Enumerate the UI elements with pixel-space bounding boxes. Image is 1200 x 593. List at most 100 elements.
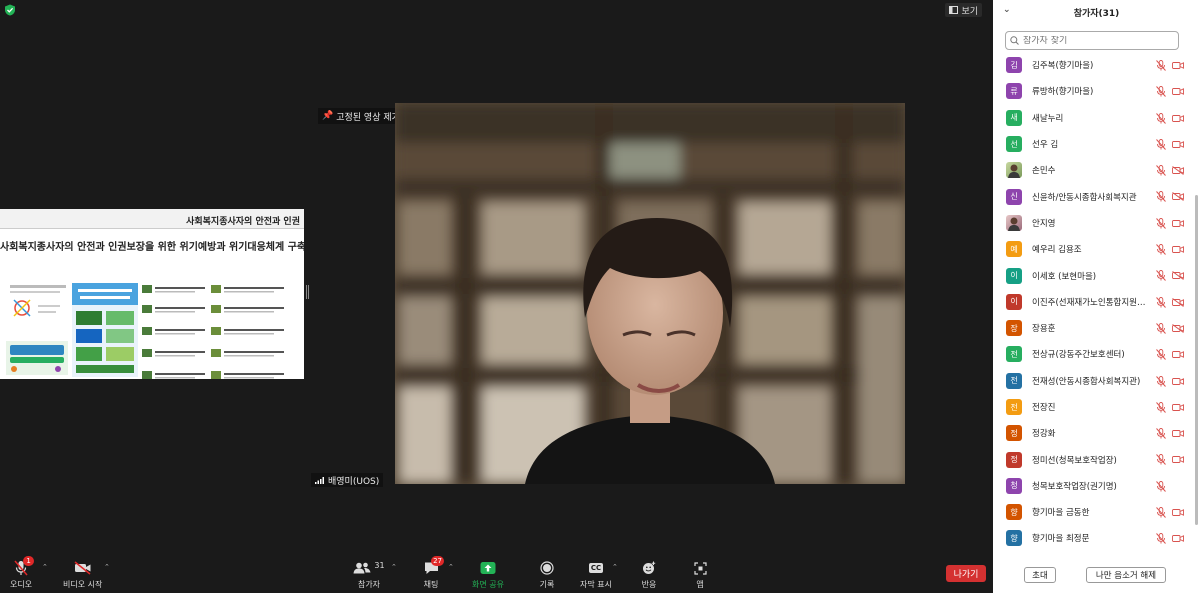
collapse-panel-chevron-icon[interactable]: ⌄ xyxy=(1003,5,1011,15)
audio-button[interactable]: 1 오디오 xyxy=(10,556,35,590)
participant-avatar: 이 xyxy=(1006,267,1022,284)
participants-options-caret[interactable]: ⌃ xyxy=(391,563,397,571)
share-screen-button[interactable]: 화면 공유 xyxy=(472,559,504,590)
shared-screen-content xyxy=(0,253,304,379)
participant-row[interactable]: 김 김주복(향기마을) xyxy=(993,52,1193,78)
microphone-muted-icon xyxy=(1156,375,1166,387)
speaker-name-label: 배영미(UOS) xyxy=(311,473,384,487)
start-video-button[interactable]: 비디오 시작 xyxy=(63,559,102,590)
chat-unread-badge: 27 xyxy=(431,556,444,566)
speaker-name: 배영미(UOS) xyxy=(328,476,380,487)
share-screen-icon xyxy=(480,562,496,574)
participant-row[interactable]: 이 이세호 (보현마을) xyxy=(993,262,1193,288)
participant-row[interactable]: 신 신윤하/안동시종합사회복지관 xyxy=(993,183,1193,209)
view-button-label: 보기 xyxy=(961,6,978,17)
participant-avatar: 전 xyxy=(1006,399,1022,415)
view-button[interactable]: 보기 xyxy=(945,3,982,17)
reaction-smiley-icon xyxy=(643,561,656,574)
participant-avatar: 예 xyxy=(1006,241,1022,258)
pin-icon: 📌 xyxy=(322,111,334,121)
participant-name: 선우 김 xyxy=(1032,140,1059,151)
camera-off-icon xyxy=(1172,140,1184,148)
participant-avatar xyxy=(1006,162,1022,179)
record-label: 기록 xyxy=(539,580,555,589)
shared-slide-graphic xyxy=(6,283,284,379)
captions-options-caret[interactable]: ⌃ xyxy=(612,563,618,571)
chat-button[interactable]: 27 채팅 xyxy=(420,556,444,590)
participant-row[interactable]: 청 청목보호작업장(권기명) xyxy=(993,473,1193,499)
security-shield-icon[interactable] xyxy=(4,4,16,16)
apps-label: 앱 xyxy=(696,580,704,589)
microphone-muted-icon xyxy=(1156,60,1166,71)
microphone-muted-icon xyxy=(1156,349,1166,361)
participant-row[interactable]: 전 전재성(안동시종합사회복지관) xyxy=(993,368,1193,394)
participant-row[interactable]: 전 전장진 xyxy=(993,394,1193,420)
chat-options-caret[interactable]: ⌃ xyxy=(448,563,454,571)
split-view-divider[interactable] xyxy=(306,285,309,299)
audio-label: 오디오 xyxy=(10,580,33,589)
unpin-video-button[interactable]: 📌 고정된 영상 제거 xyxy=(318,108,404,124)
microphone-muted-icon xyxy=(1156,323,1166,334)
participant-row[interactable]: 예 예우리 김용조 xyxy=(993,236,1193,262)
audio-options-caret[interactable]: ⌃ xyxy=(42,563,48,571)
microphone-muted-icon xyxy=(1156,507,1166,518)
participant-avatar: 신 xyxy=(1006,188,1022,205)
participants-button[interactable]: 31 참가자 xyxy=(349,559,389,590)
participant-row[interactable]: 손민수 xyxy=(993,157,1193,183)
participant-list-scrollbar[interactable] xyxy=(1195,195,1198,525)
participant-row[interactable]: 선 선우 김 xyxy=(993,131,1193,157)
participant-row[interactable]: 정 정미선(청목보호작업장) xyxy=(993,446,1193,472)
participants-icon xyxy=(353,562,371,574)
participant-avatar: 전 xyxy=(1006,372,1022,389)
reactions-button[interactable]: 반응 xyxy=(638,559,660,590)
participant-search-input[interactable] xyxy=(1023,35,1173,46)
participant-name: 김주복(향기마을) xyxy=(1032,61,1094,72)
video-options-caret[interactable]: ⌃ xyxy=(104,563,110,571)
participant-avatar: 정 xyxy=(1006,451,1022,468)
camera-off-icon xyxy=(1172,88,1184,96)
record-icon xyxy=(540,561,554,575)
unpin-video-label: 고정된 영상 제거 xyxy=(336,112,400,123)
participant-avatar: 선 xyxy=(1006,136,1022,153)
slide-video-list xyxy=(142,285,284,379)
participant-name: 정미선(청목보호작업장) xyxy=(1032,455,1117,466)
participants-panel-header: ⌄ 참가자(31) xyxy=(993,0,1200,22)
leave-button[interactable]: 나가기 xyxy=(946,565,986,582)
microphone-muted-icon xyxy=(1156,217,1166,229)
invite-button[interactable]: 초대 xyxy=(1024,567,1056,583)
participant-search[interactable] xyxy=(1005,31,1179,50)
participant-row[interactable]: 정 정강화 xyxy=(993,420,1193,446)
camera-disabled-icon xyxy=(1172,166,1184,176)
meeting-toolbar: 1 오디오 ⌃ 비디오 시작 ⌃ 31 참가자 ⌃ 27 채팅 ⌃ 화면 공유 … xyxy=(0,555,993,593)
camera-off-icon xyxy=(1172,377,1184,385)
participant-row[interactable]: 이 이진주(선재재가노인통합지원센터) xyxy=(993,289,1193,315)
participants-panel-title: 참가자(31) xyxy=(1073,9,1120,19)
unmute-self-button[interactable]: 나만 음소거 해제 xyxy=(1086,567,1166,583)
participant-row[interactable]: 류 류방하(향기마을) xyxy=(993,78,1193,104)
microphone-muted-icon xyxy=(1156,191,1166,203)
participant-row[interactable]: 전 전상규(강동주간보호센터) xyxy=(993,341,1193,367)
apps-button[interactable]: 앱 xyxy=(689,559,711,590)
show-captions-button[interactable]: CC 자막 표시 xyxy=(580,559,612,590)
participant-row[interactable]: 장 장용훈 xyxy=(993,315,1193,341)
microphone-muted-icon xyxy=(1156,480,1166,492)
show-captions-label: 자막 표시 xyxy=(580,580,612,589)
participant-name: 향기마을 금동한 xyxy=(1032,508,1090,519)
participant-avatar: 향 xyxy=(1006,530,1022,547)
participant-row[interactable]: 안지영 xyxy=(993,210,1193,236)
record-button[interactable]: 기록 xyxy=(536,559,558,590)
shared-screen: 사회복지종사자의 안전과 인권 사회복지종사자의 안전과 인권보장을 위한 위기… xyxy=(0,209,304,379)
microphone-muted-icon xyxy=(1156,270,1166,282)
participants-panel: ⌄ 참가자(31) 김 김주복(향기마을) 류 류방하(향기마을) 새 새날누리선 선우 김… xyxy=(993,0,1200,593)
participant-name: 안지영 xyxy=(1032,218,1056,229)
camera-disabled-icon xyxy=(1172,297,1184,307)
camera-off-icon xyxy=(1172,114,1184,122)
participant-row[interactable]: 새 새날누리 xyxy=(993,105,1193,131)
slide-poster xyxy=(72,283,138,377)
microphone-muted-icon xyxy=(1156,244,1166,255)
participant-row[interactable]: 향 향기마을 최정문 xyxy=(993,525,1193,551)
camera-off-icon xyxy=(74,561,91,575)
participant-row[interactable]: 향 향기마을 금동한 xyxy=(993,499,1193,525)
participant-avatar: 향 xyxy=(1006,504,1022,521)
speaker-video xyxy=(395,103,905,484)
